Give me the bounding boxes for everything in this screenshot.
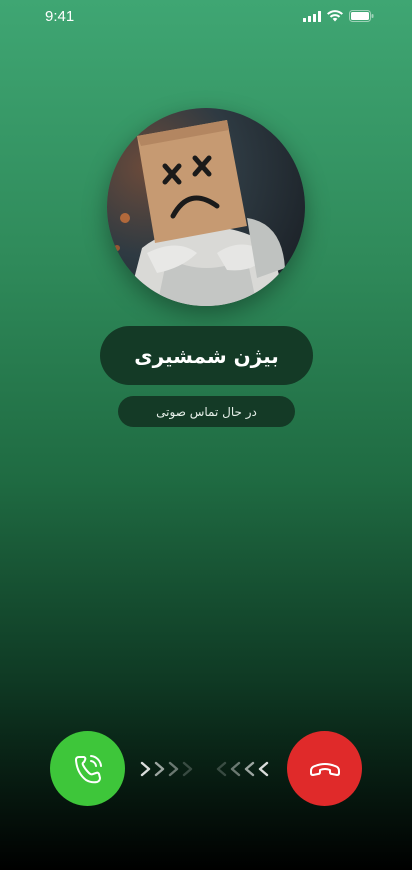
contact-avatar bbox=[107, 108, 305, 306]
call-status: در حال تماس صوتی bbox=[118, 396, 295, 427]
accept-call-button[interactable] bbox=[50, 731, 125, 806]
status-time: 9:41 bbox=[45, 8, 75, 25]
chevron-left-icon bbox=[216, 761, 269, 777]
phone-ringing-icon bbox=[74, 754, 102, 783]
wifi-icon bbox=[327, 10, 343, 22]
status-icons bbox=[303, 10, 374, 22]
decline-call-button[interactable] bbox=[287, 731, 362, 806]
swipe-hint-left bbox=[215, 758, 273, 780]
cellular-signal-icon bbox=[303, 10, 321, 22]
status-bar: 9:41 bbox=[0, 0, 412, 34]
phone-hangup-icon bbox=[309, 762, 340, 776]
contact-name: بیژن شمشیری bbox=[100, 326, 313, 385]
battery-icon bbox=[349, 10, 374, 22]
swipe-hint-right bbox=[139, 758, 197, 780]
chevron-right-icon bbox=[140, 761, 193, 777]
